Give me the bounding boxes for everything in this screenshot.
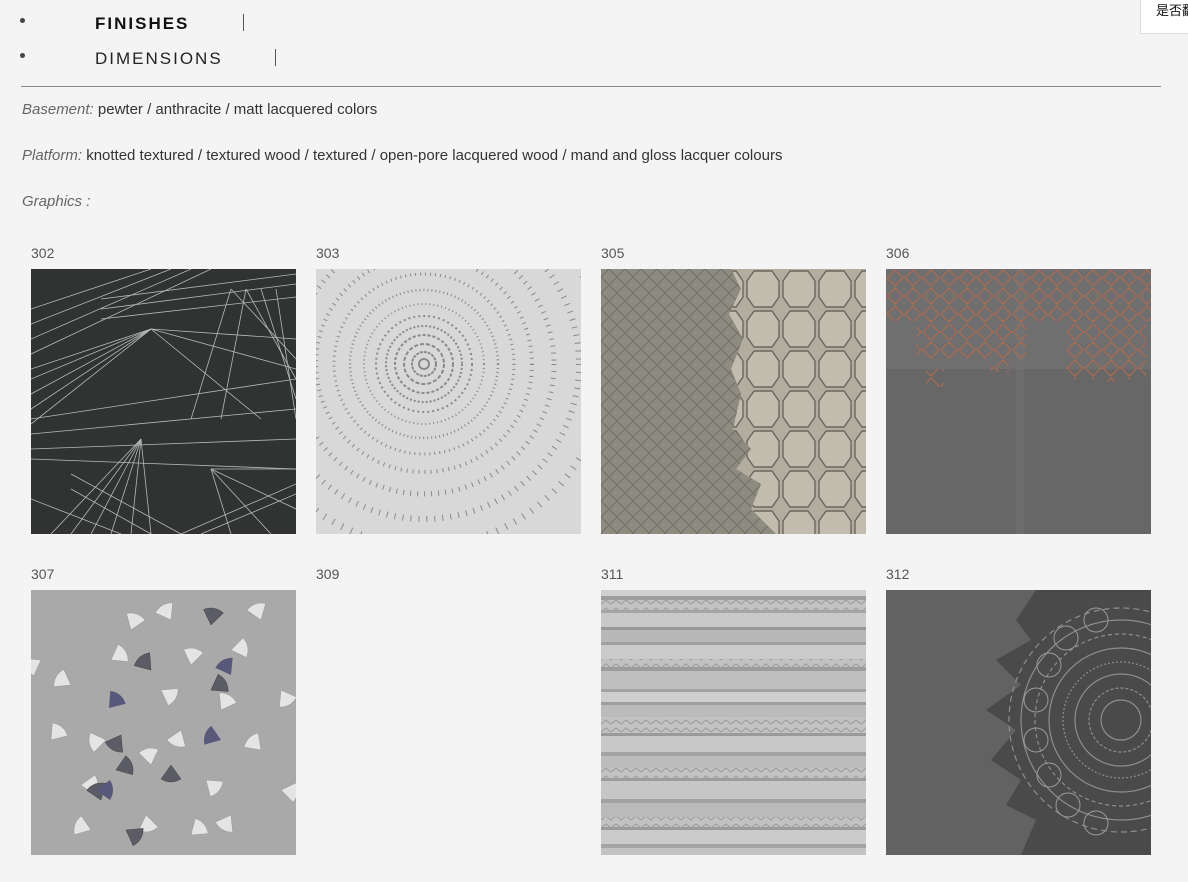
tab-dimensions-label[interactable]: DIMENSIONS [95, 49, 223, 69]
spec-basement-key: Basement: [22, 101, 94, 118]
bullet-icon [20, 53, 25, 58]
bullet-icon [20, 18, 25, 23]
swatch-code: 306 [886, 245, 910, 261]
radial-rings-pattern [316, 269, 581, 534]
swatch-image-311[interactable] [601, 590, 866, 855]
ginkgo-leaves-pattern [31, 590, 296, 855]
tab-finishes[interactable]: FINISHES [0, 4, 280, 38]
swatch-image-312[interactable] [886, 590, 1151, 855]
spec-basement: Basement: pewter / anthracite / matt lac… [22, 101, 377, 118]
swatch-image-306[interactable] [886, 269, 1151, 534]
tab-finishes-label[interactable]: FINISHES [95, 14, 189, 34]
swatch-code: 309 [316, 566, 340, 582]
tab-separator [275, 49, 276, 66]
striped-ethnic-pattern [601, 590, 866, 855]
spec-graphics: Graphics : [22, 193, 90, 210]
swatch-code: 305 [601, 245, 625, 261]
tab-separator [243, 14, 244, 31]
spec-graphics-key: Graphics : [22, 193, 91, 210]
swatch-image-302[interactable] [31, 269, 296, 534]
swatch-code: 303 [316, 245, 340, 261]
swatch-image-307[interactable] [31, 590, 296, 855]
translate-prompt-text: 是否翻 [1156, 4, 1188, 19]
copper-diamonds-pattern [886, 269, 1151, 534]
swatch-image-303[interactable] [316, 269, 581, 534]
spec-platform-key: Platform: [22, 147, 83, 164]
spec-platform: Platform: knotted textured / textured wo… [22, 147, 782, 164]
swatch-code: 312 [886, 566, 910, 582]
translate-prompt-widget[interactable]: 是否翻 [1140, 0, 1188, 34]
geometric-lines-pattern [31, 269, 296, 534]
mandala-pattern [886, 590, 1151, 855]
spec-basement-value: pewter / anthracite / matt lacquered col… [97, 101, 378, 118]
spec-platform-value: knotted textured / textured wood / textu… [86, 147, 783, 164]
hexagon-lattice-pattern [601, 269, 866, 534]
swatch-code: 302 [31, 245, 55, 261]
divider [21, 86, 1161, 87]
finishes-page: FINISHES DIMENSIONS 是否翻 Basement: pewter… [0, 0, 1188, 882]
swatch-code: 307 [31, 566, 55, 582]
swatch-image-305[interactable] [601, 269, 866, 534]
swatch-code: 311 [601, 566, 624, 582]
tab-dimensions[interactable]: DIMENSIONS [0, 39, 280, 73]
